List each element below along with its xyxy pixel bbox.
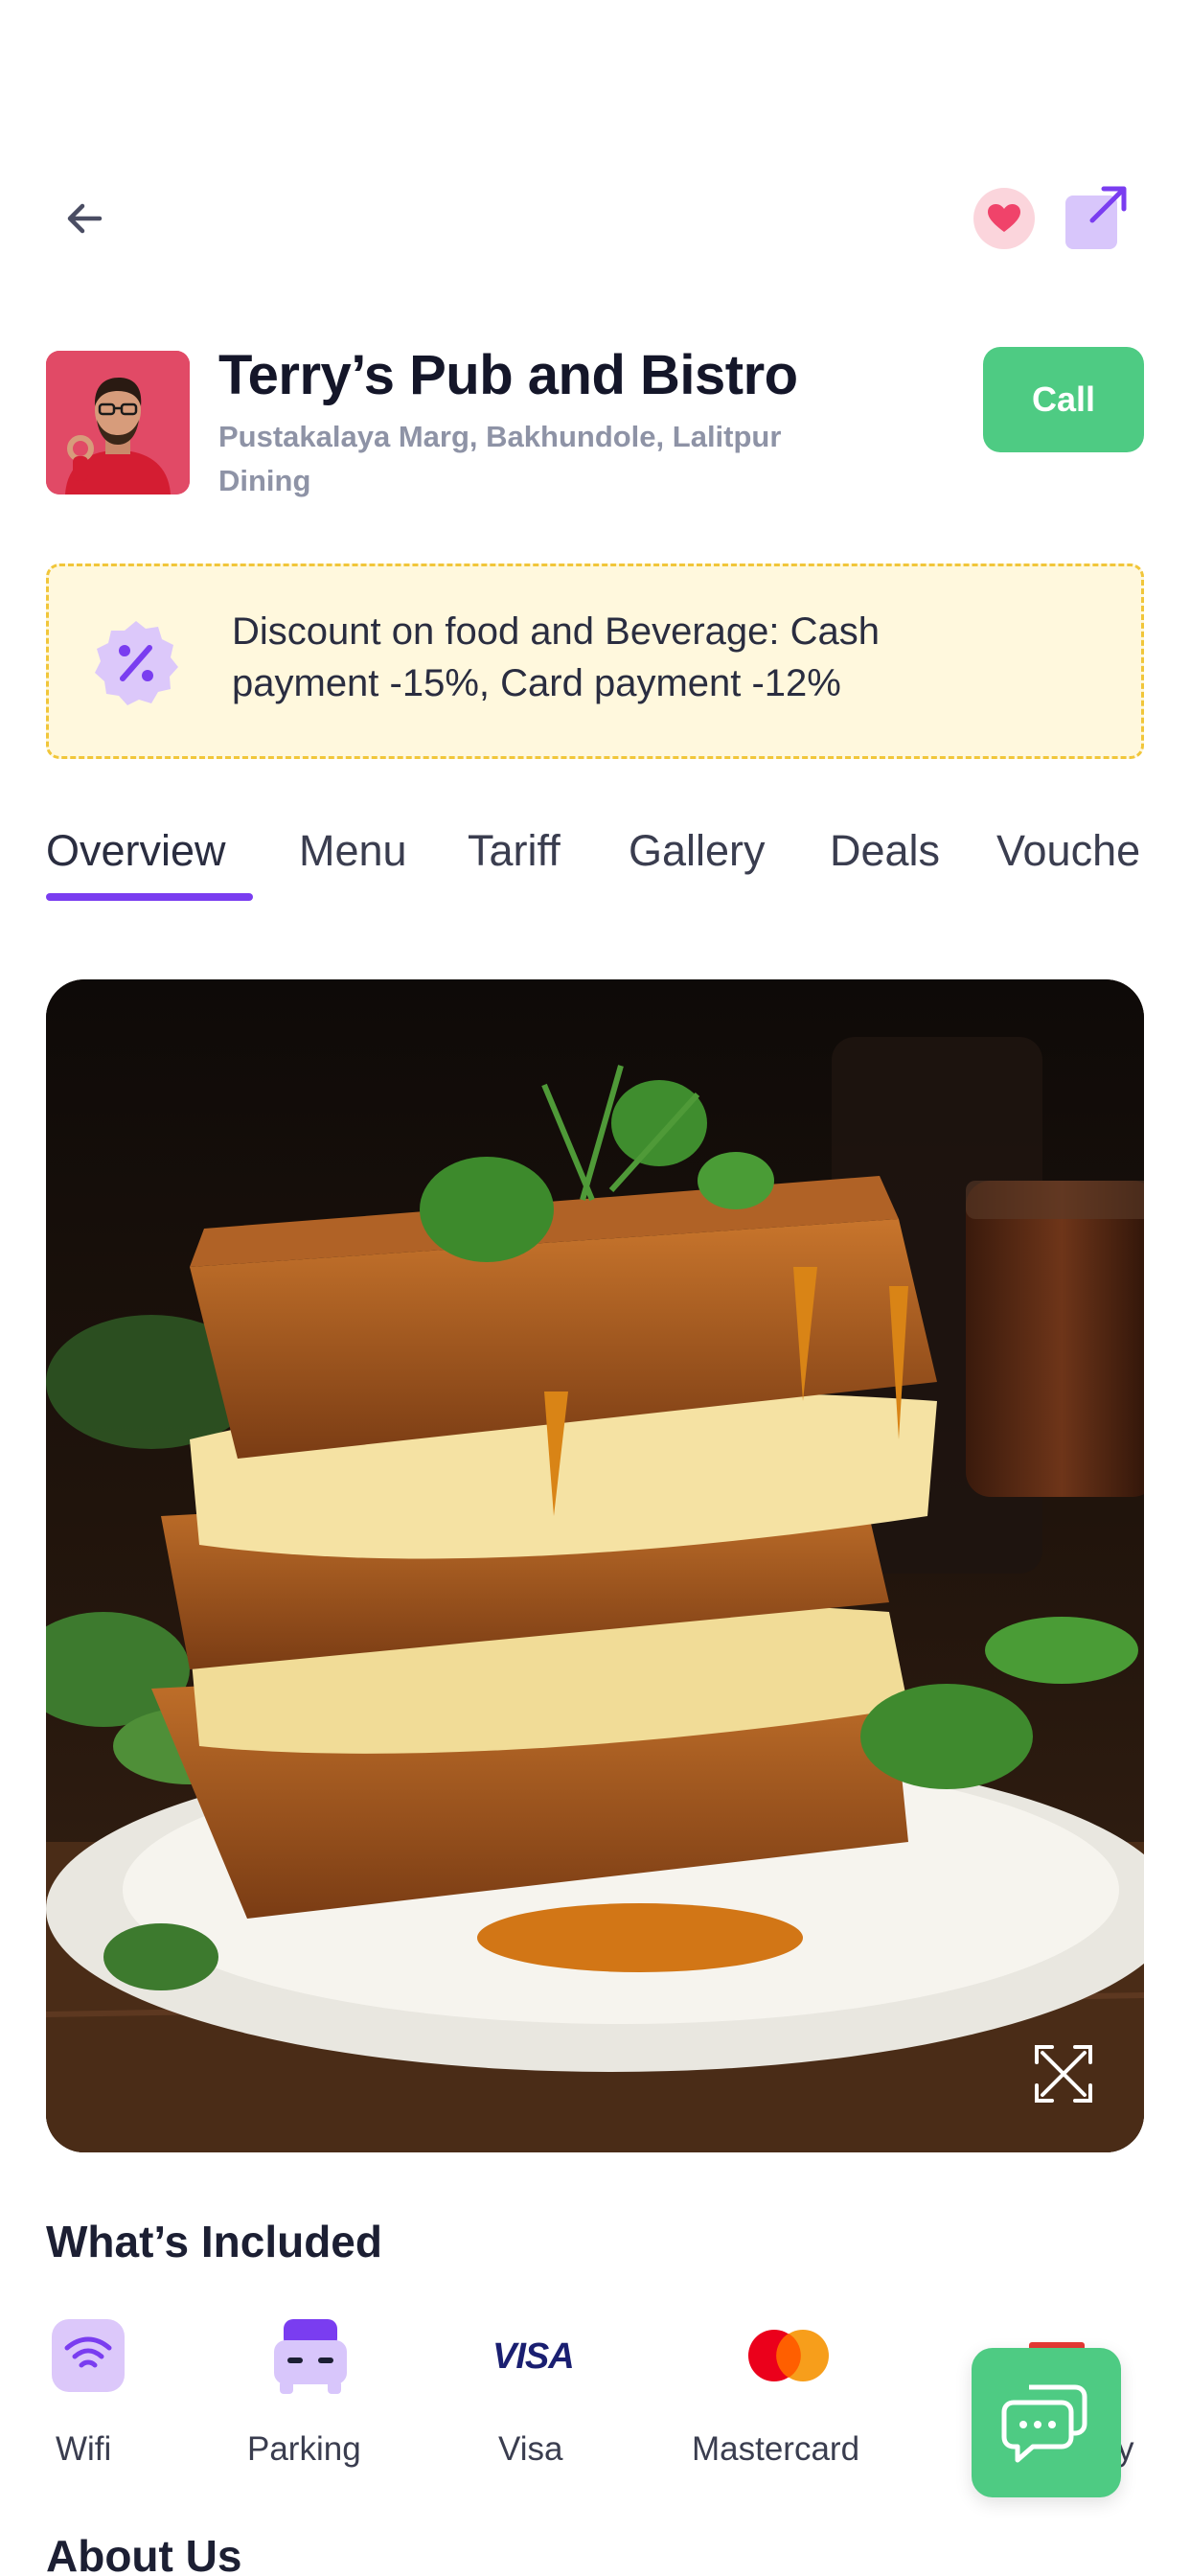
tab-bar: Overview Menu Tariff Gallery Deals Vouch… — [0, 815, 1144, 901]
venue-category: Dining — [218, 464, 311, 497]
car-icon — [270, 2317, 351, 2396]
tab-menu[interactable]: Menu — [299, 826, 407, 876]
venue-address: Pustakalaya Marg, Bakhundole, Lalitpur — [218, 420, 782, 453]
call-button[interactable]: Call — [983, 347, 1144, 452]
discount-line-1: Discount on food and Beverage: Cash — [232, 610, 880, 653]
discount-line-2: payment -15%, Card payment -12% — [232, 662, 841, 704]
venue-avatar — [46, 351, 190, 494]
mastercard-logo-icon — [747, 2329, 830, 2382]
share-arrow-icon — [1065, 186, 1127, 249]
chat-bubbles-icon — [1001, 2384, 1087, 2463]
arrow-left-icon — [67, 203, 103, 234]
tab-gallery[interactable]: Gallery — [629, 826, 766, 876]
about-title: About Us — [46, 2531, 242, 2576]
amenity-label-parking: Parking — [247, 2430, 361, 2468]
percent-badge-icon — [92, 619, 180, 707]
wifi-icon — [52, 2319, 125, 2392]
heart-icon — [988, 204, 1020, 232]
active-tab-indicator — [46, 893, 253, 901]
visa-logo-icon: VISA — [492, 2336, 575, 2377]
discount-text: Discount on food and Beverage: Cash paym… — [232, 606, 1094, 709]
expand-icon[interactable] — [1033, 2043, 1094, 2104]
chat-button[interactable] — [972, 2348, 1121, 2497]
share-button[interactable] — [1065, 184, 1127, 249]
venue-title: Terry’s Pub and Bistro — [218, 344, 798, 406]
tab-overview[interactable]: Overview — [46, 826, 226, 876]
amenity-label-wifi: Wifi — [56, 2430, 112, 2468]
favorite-button[interactable] — [973, 188, 1035, 249]
hero-food-image[interactable] — [46, 979, 1144, 2152]
tab-vouchers[interactable]: Vouche — [996, 826, 1140, 876]
back-button[interactable] — [46, 188, 123, 249]
amenity-label-visa: Visa — [498, 2430, 563, 2468]
included-title: What’s Included — [46, 2217, 382, 2266]
tab-deals[interactable]: Deals — [830, 826, 940, 876]
amenity-label-mastercard: Mastercard — [692, 2430, 860, 2468]
tab-tariff[interactable]: Tariff — [468, 826, 561, 876]
